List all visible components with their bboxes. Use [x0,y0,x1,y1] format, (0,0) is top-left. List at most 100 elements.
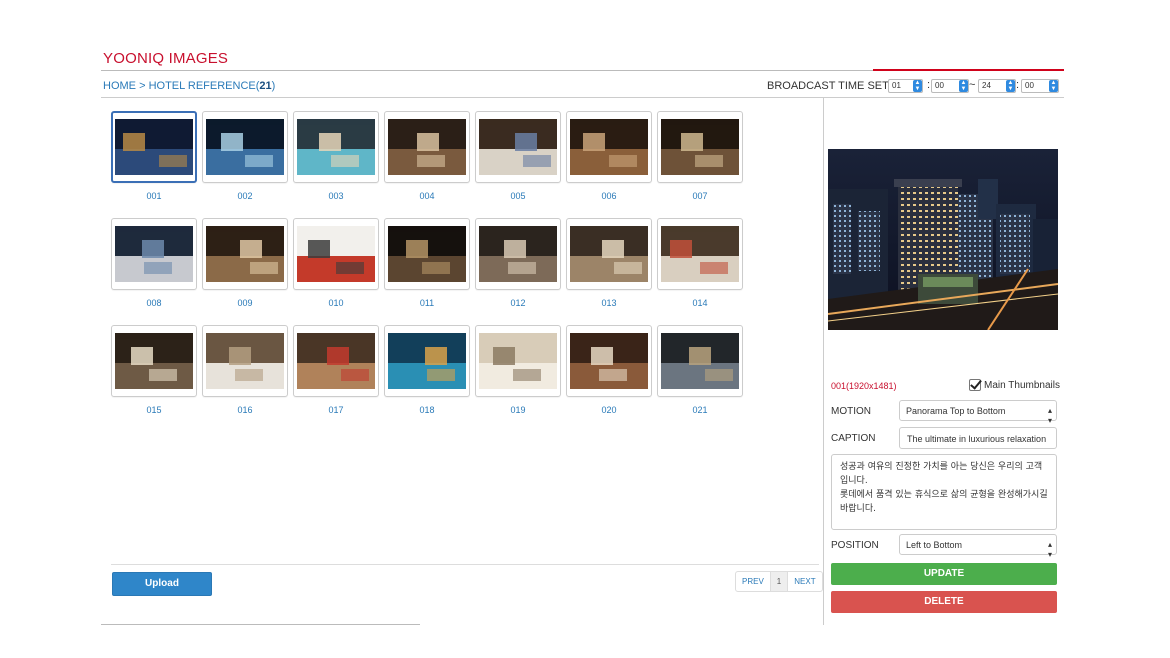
thumbnail-label[interactable]: 019 [475,405,561,415]
updown-icon: ▲ ▼ [1006,80,1015,92]
image-thumbnail[interactable] [657,111,743,183]
motion-select[interactable]: Panorama Top to Bottom ▴ ▾ [899,400,1057,425]
image-thumbnail-item[interactable]: 002 [202,111,288,201]
thumbnail-label[interactable]: 009 [202,298,288,308]
thumbnail-label[interactable]: 001 [111,191,197,201]
image-thumbnail-item[interactable]: 017 [293,325,379,415]
thumbnail-photo [206,226,284,282]
thumbnail-label[interactable]: 015 [111,405,197,415]
thumbnail-label[interactable]: 017 [293,405,379,415]
breadcrumb-separator: > [139,80,146,92]
start-hour-select[interactable]: 01 ▲ ▼ [888,79,923,93]
image-thumbnail-item[interactable]: 005 [475,111,561,201]
image-thumbnail[interactable] [111,111,197,183]
thumbnail-label[interactable]: 018 [384,405,470,415]
thumbnail-photo [115,226,193,282]
image-thumbnail-item[interactable]: 006 [566,111,652,201]
thumbnail-label[interactable]: 010 [293,298,379,308]
image-thumbnail-item[interactable]: 013 [566,218,652,308]
image-info: 001(1920x1481) [831,381,897,391]
image-thumbnail-item[interactable]: 008 [111,218,197,308]
image-thumbnail[interactable] [202,325,288,397]
main-thumbnails-checkbox[interactable]: Main Thumbnails [969,379,1060,391]
image-thumbnail[interactable] [293,111,379,183]
image-thumbnail[interactable] [475,218,561,290]
image-thumbnail[interactable] [566,218,652,290]
next-page-button[interactable]: NEXT [788,572,821,591]
description-textarea[interactable]: 성공과 여유의 진정한 가치를 아는 당신은 우리의 고객입니다. 롯데에서 품… [831,454,1057,530]
image-thumbnail-item[interactable]: 020 [566,325,652,415]
thumbnail-label[interactable]: 008 [111,298,197,308]
checkbox-checked-icon[interactable] [969,379,981,391]
breadcrumb: HOME > HOTEL REFERENCE(21) [103,80,276,92]
footer-divider [101,624,420,625]
image-thumbnail[interactable] [111,325,197,397]
image-thumbnail-item[interactable]: 014 [657,218,743,308]
image-thumbnail[interactable] [384,111,470,183]
thumbnail-label[interactable]: 013 [566,298,652,308]
image-thumbnail-item[interactable]: 009 [202,218,288,308]
end-minute-select[interactable]: 00 ▲ ▼ [1021,79,1059,93]
prev-page-button[interactable]: PREV [736,572,771,591]
thumbnail-photo [661,333,739,389]
upload-button[interactable]: Upload [112,572,212,596]
image-thumbnail-item[interactable]: 012 [475,218,561,308]
delete-button[interactable]: DELETE [831,591,1057,613]
image-thumbnail[interactable] [293,325,379,397]
breadcrumb-section-link[interactable]: HOTEL REFERENCE [149,80,256,92]
image-thumbnail[interactable] [475,325,561,397]
image-thumbnail-item[interactable]: 015 [111,325,197,415]
image-thumbnail-item[interactable]: 018 [384,325,470,415]
image-thumbnail[interactable] [657,218,743,290]
thumbnail-photo [570,333,648,389]
thumbnail-label[interactable]: 006 [566,191,652,201]
image-thumbnail-item[interactable]: 007 [657,111,743,201]
end-hour-select[interactable]: 24 ▲ ▼ [978,79,1016,93]
image-thumbnail[interactable] [566,325,652,397]
image-thumbnail-item[interactable]: 019 [475,325,561,415]
thumbnail-label[interactable]: 003 [293,191,379,201]
header-accent-line [873,69,1064,71]
image-thumbnail[interactable] [111,218,197,290]
current-page-button[interactable]: 1 [770,572,789,591]
caption-input[interactable]: The ultimate in luxurious relaxation [899,427,1057,449]
image-thumbnail-item[interactable]: 010 [293,218,379,308]
update-button[interactable]: UPDATE [831,563,1057,585]
image-thumbnail[interactable] [384,325,470,397]
image-thumbnail-item[interactable]: 021 [657,325,743,415]
thumbnail-photo [388,333,466,389]
image-thumbnail-item[interactable]: 016 [202,325,288,415]
time-range-separator: ~ [969,79,976,91]
image-thumbnail-item[interactable]: 004 [384,111,470,201]
thumbnail-label[interactable]: 004 [384,191,470,201]
image-thumbnail[interactable] [293,218,379,290]
image-thumbnail[interactable] [657,325,743,397]
thumbnail-label[interactable]: 014 [657,298,743,308]
image-thumbnail[interactable] [566,111,652,183]
thumbnail-label[interactable]: 012 [475,298,561,308]
image-thumbnail-item[interactable]: 011 [384,218,470,308]
thumbnail-label[interactable]: 016 [202,405,288,415]
breadcrumb-home-link[interactable]: HOME [103,80,136,92]
main-thumbnails-label: Main Thumbnails [984,379,1060,391]
time-colon: : [1016,79,1020,91]
image-thumbnail-item[interactable]: 003 [293,111,379,201]
position-select[interactable]: Left to Bottom ▴ ▾ [899,534,1057,559]
image-thumbnail[interactable] [202,111,288,183]
thumbnail-label[interactable]: 007 [657,191,743,201]
thumbnail-label[interactable]: 002 [202,191,288,201]
start-minute-select[interactable]: 00 ▲ ▼ [931,79,969,93]
image-thumbnail[interactable] [202,218,288,290]
image-thumbnail[interactable] [475,111,561,183]
thumbnail-photo [297,226,375,282]
thumbnail-photo [297,119,375,175]
thumbnail-label[interactable]: 021 [657,405,743,415]
thumbnail-label[interactable]: 011 [384,298,470,308]
image-thumbnail[interactable] [384,218,470,290]
image-count: 21 [259,80,272,92]
image-thumbnail-item[interactable]: 001 [111,111,197,201]
start-minute-value: 00 [935,81,944,90]
end-minute-value: 00 [1025,81,1034,90]
thumbnail-label[interactable]: 020 [566,405,652,415]
thumbnail-label[interactable]: 005 [475,191,561,201]
